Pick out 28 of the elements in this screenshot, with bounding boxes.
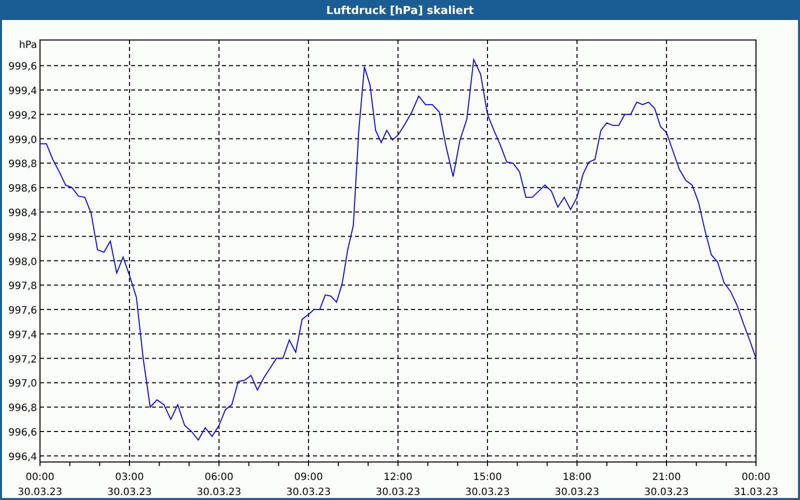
chart-title: Luftdruck [hPa] skaliert	[326, 4, 474, 16]
x-tick-label: 06:00 30.03.23	[196, 472, 242, 498]
y-tick-label: 997,2	[8, 354, 37, 366]
x-tick-label: 15:00 30.03.23	[465, 472, 510, 498]
y-tick-label: 998,8	[8, 159, 37, 170]
x-tick-label: 09:00 30.03.23	[286, 472, 331, 498]
y-tick-label: 996,6	[8, 428, 37, 438]
x-tick-label: 03:00 30.03.23	[107, 472, 152, 498]
y-tick-label: 996,4	[8, 452, 37, 463]
y-tick-label: 997,0	[8, 378, 37, 390]
x-tick-label: 00:00 31.03.23	[734, 472, 778, 498]
y-tick-label: 998,2	[8, 232, 37, 244]
x-tick-label: 18:00 30.03.23	[554, 472, 600, 498]
x-tick-label: 12:00 30.03.23	[376, 472, 420, 498]
y-tick-label: 996,8	[8, 403, 37, 414]
y-tick-label: 997,6	[8, 306, 37, 317]
y-tick-label: 997,4	[8, 330, 37, 341]
y-tick-label: 997,8	[8, 281, 37, 292]
y-axis-unit: hPa	[18, 40, 37, 51]
y-tick-label: 998,6	[8, 184, 37, 195]
y-tick-label: 999,4	[8, 86, 37, 97]
y-tick-label: 998,4	[8, 208, 37, 219]
y-tick-label: 998,0	[8, 256, 37, 268]
x-tick-label: 21:00 30.03.23	[644, 472, 689, 498]
y-tick-label: 999,6	[8, 62, 37, 73]
x-tick-label: 00:00 30.03.23	[18, 472, 62, 498]
y-tick-label: 999,0	[8, 134, 37, 146]
y-tick-label: 999,2	[8, 110, 37, 122]
